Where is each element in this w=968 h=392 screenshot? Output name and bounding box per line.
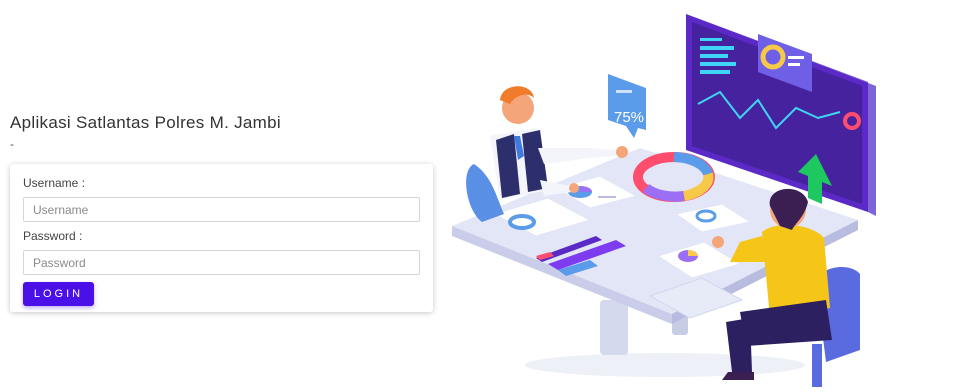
meeting-illustration-svg: 75% bbox=[452, 14, 876, 387]
page-subtitle: - bbox=[10, 137, 14, 151]
percent-badge: 75% bbox=[608, 74, 646, 138]
password-input[interactable] bbox=[23, 250, 420, 275]
login-button[interactable]: LOGIN bbox=[23, 282, 94, 306]
business-meeting-illustration: 75% bbox=[440, 0, 968, 387]
page-title: Aplikasi Satlantas Polres M. Jambi bbox=[10, 113, 281, 132]
login-form: Username : Password : LOGIN bbox=[10, 164, 433, 312]
username-label: Username : bbox=[23, 176, 86, 190]
password-label: Password : bbox=[23, 229, 83, 243]
username-input[interactable] bbox=[23, 197, 420, 222]
login-panel: Aplikasi Satlantas Polres M. Jambi - Use… bbox=[10, 0, 434, 387]
percent-badge-text: 75% bbox=[614, 109, 644, 126]
